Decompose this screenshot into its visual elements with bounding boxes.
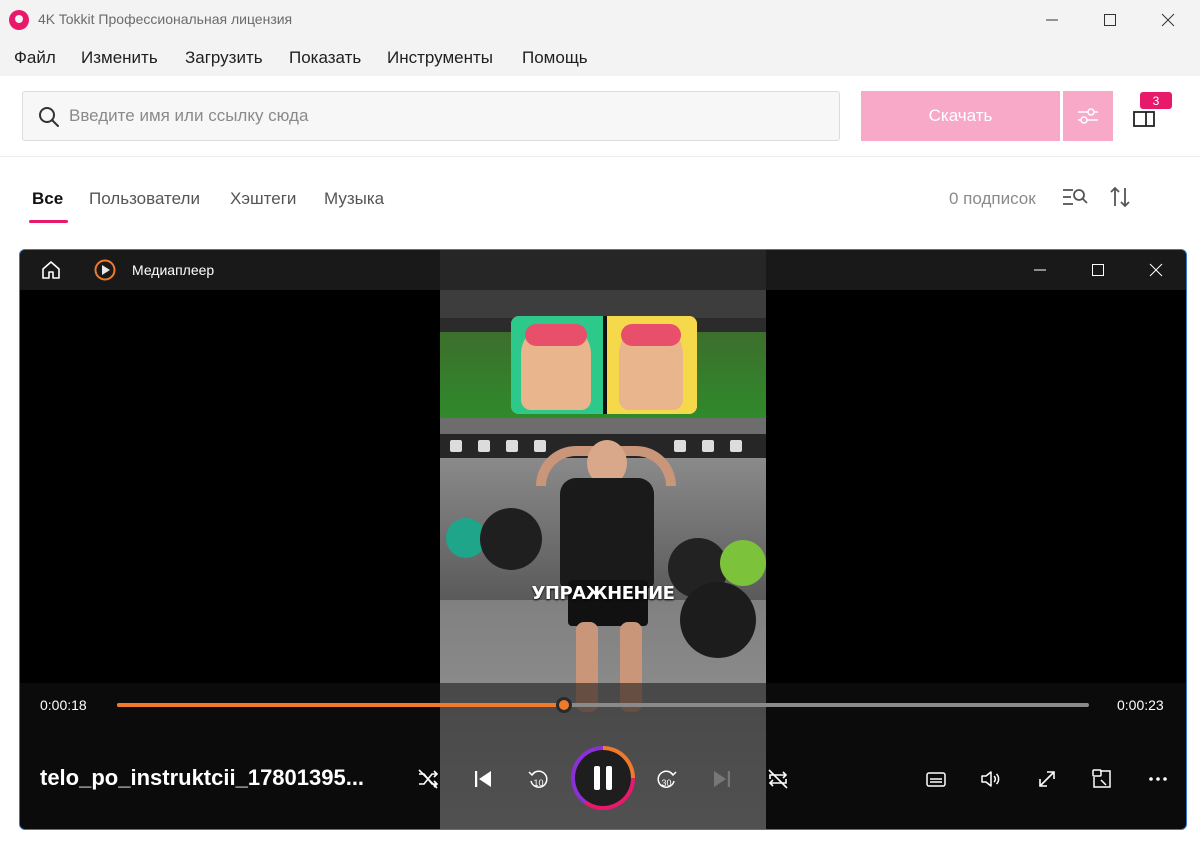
film-hole	[730, 440, 742, 452]
video-before-after-image	[511, 316, 697, 414]
thumb-divider	[603, 316, 607, 414]
menu-tools[interactable]: Инструменты	[387, 48, 493, 68]
subscriptions-count: 0 подписок	[949, 189, 1036, 208]
library-count-badge: 3	[1140, 92, 1172, 109]
film-hole	[674, 440, 686, 452]
fullscreen-button[interactable]	[1033, 765, 1061, 793]
total-time: 0:00:23	[1117, 697, 1164, 713]
next-button[interactable]	[708, 765, 736, 793]
tab-hashtags[interactable]: Хэштеги	[230, 189, 296, 209]
rewind-10-icon: 10	[528, 770, 548, 788]
forward-seconds-label: 30	[661, 778, 671, 788]
minimize-button[interactable]	[1023, 0, 1081, 40]
current-time: 0:00:18	[40, 697, 87, 713]
subtitles-icon	[926, 772, 946, 787]
player-logo-icon	[94, 259, 116, 281]
download-settings-button[interactable]	[1063, 91, 1113, 141]
minimize-icon	[1046, 19, 1058, 21]
player-minimize-button[interactable]	[1011, 250, 1069, 290]
close-button[interactable]	[1139, 0, 1197, 40]
shuffle-icon	[418, 769, 439, 789]
media-player-window: УПРАЖНЕНИЕ Медиаплеер 0:00:18 0:00:23 te…	[19, 249, 1187, 830]
volume-button[interactable]	[976, 765, 1004, 793]
tab-bar: Все Пользователи Хэштеги Музыка 0 подпис…	[0, 156, 1200, 246]
fullscreen-icon	[1039, 771, 1055, 787]
subtitles-button[interactable]	[922, 765, 950, 793]
gym-ball	[480, 508, 542, 570]
film-hole	[506, 440, 518, 452]
more-button[interactable]	[1144, 765, 1172, 793]
download-button[interactable]: Скачать	[861, 91, 1060, 141]
more-icon	[1149, 777, 1167, 781]
minimize-icon	[1034, 269, 1046, 271]
menu-view[interactable]: Показать	[289, 48, 361, 68]
close-icon	[1149, 263, 1163, 277]
player-titlebar: Медиаплеер	[20, 250, 1186, 290]
window-titlebar: 4K Tokkit Профессиональная лицензия	[0, 0, 1200, 40]
seek-bar[interactable]	[117, 697, 1089, 713]
forward-button[interactable]: 30	[653, 765, 681, 793]
mini-player-icon	[1092, 769, 1111, 788]
pause-button-inner	[575, 750, 631, 806]
previous-icon	[475, 771, 491, 787]
maximize-button[interactable]	[1081, 0, 1139, 40]
menu-bar: Файл Изменить Загрузить Показать Инструм…	[0, 40, 1200, 76]
rewind-button[interactable]: 10	[524, 765, 552, 793]
person-shirt	[560, 478, 654, 588]
sort-icon[interactable]	[1108, 185, 1132, 209]
maximize-icon	[1104, 14, 1116, 26]
tab-users[interactable]: Пользователи	[89, 189, 200, 209]
window-title: 4K Tokkit Профессиональная лицензия	[38, 11, 293, 27]
maximize-icon	[1092, 264, 1104, 276]
film-hole	[534, 440, 546, 452]
film-hole	[478, 440, 490, 452]
video-caption: УПРАЖНЕНИЕ	[531, 583, 675, 604]
seek-bar-progress	[117, 703, 565, 707]
player-maximize-button[interactable]	[1069, 250, 1127, 290]
thumb-top-before	[525, 324, 587, 346]
search-box[interactable]	[22, 91, 840, 141]
app-logo-icon	[9, 10, 29, 30]
search-input[interactable]	[69, 92, 829, 140]
settings-sliders-icon	[1078, 108, 1098, 124]
close-icon	[1161, 13, 1175, 27]
seek-bar-handle[interactable]	[556, 697, 573, 713]
menu-help[interactable]: Помощь	[522, 48, 588, 68]
pause-button[interactable]	[571, 746, 635, 810]
film-hole	[450, 440, 462, 452]
next-icon	[714, 771, 730, 787]
home-icon[interactable]	[40, 259, 62, 281]
rewind-seconds-label: 10	[533, 778, 543, 788]
menu-file[interactable]: Файл	[14, 48, 56, 68]
file-name: telo_po_instruktcii_17801395...	[40, 765, 365, 790]
film-hole	[702, 440, 714, 452]
gym-ball	[720, 540, 766, 586]
tab-all[interactable]: Все	[32, 189, 63, 209]
repeat-icon	[768, 769, 788, 789]
toolbar: Скачать 3	[0, 76, 1200, 156]
menu-download[interactable]: Загрузить	[185, 48, 263, 68]
player-controls: 0:00:18 0:00:23 telo_po_instruktcii_1780…	[20, 683, 1186, 829]
active-tab-indicator	[29, 220, 68, 223]
player-title: Медиаплеер	[132, 262, 215, 278]
pause-icon	[594, 766, 612, 790]
library-icon[interactable]	[1132, 106, 1158, 128]
filter-search-icon[interactable]	[1061, 185, 1089, 209]
thumb-top-after	[621, 324, 681, 346]
previous-button[interactable]	[469, 765, 497, 793]
forward-30-icon: 30	[657, 770, 677, 788]
player-close-button[interactable]	[1127, 250, 1185, 290]
mini-player-button[interactable]	[1088, 765, 1116, 793]
tab-music[interactable]: Музыка	[324, 189, 384, 209]
shuffle-button[interactable]	[414, 765, 442, 793]
volume-icon	[981, 771, 1000, 787]
search-icon	[39, 107, 59, 127]
menu-edit[interactable]: Изменить	[81, 48, 158, 68]
repeat-button[interactable]	[764, 765, 792, 793]
